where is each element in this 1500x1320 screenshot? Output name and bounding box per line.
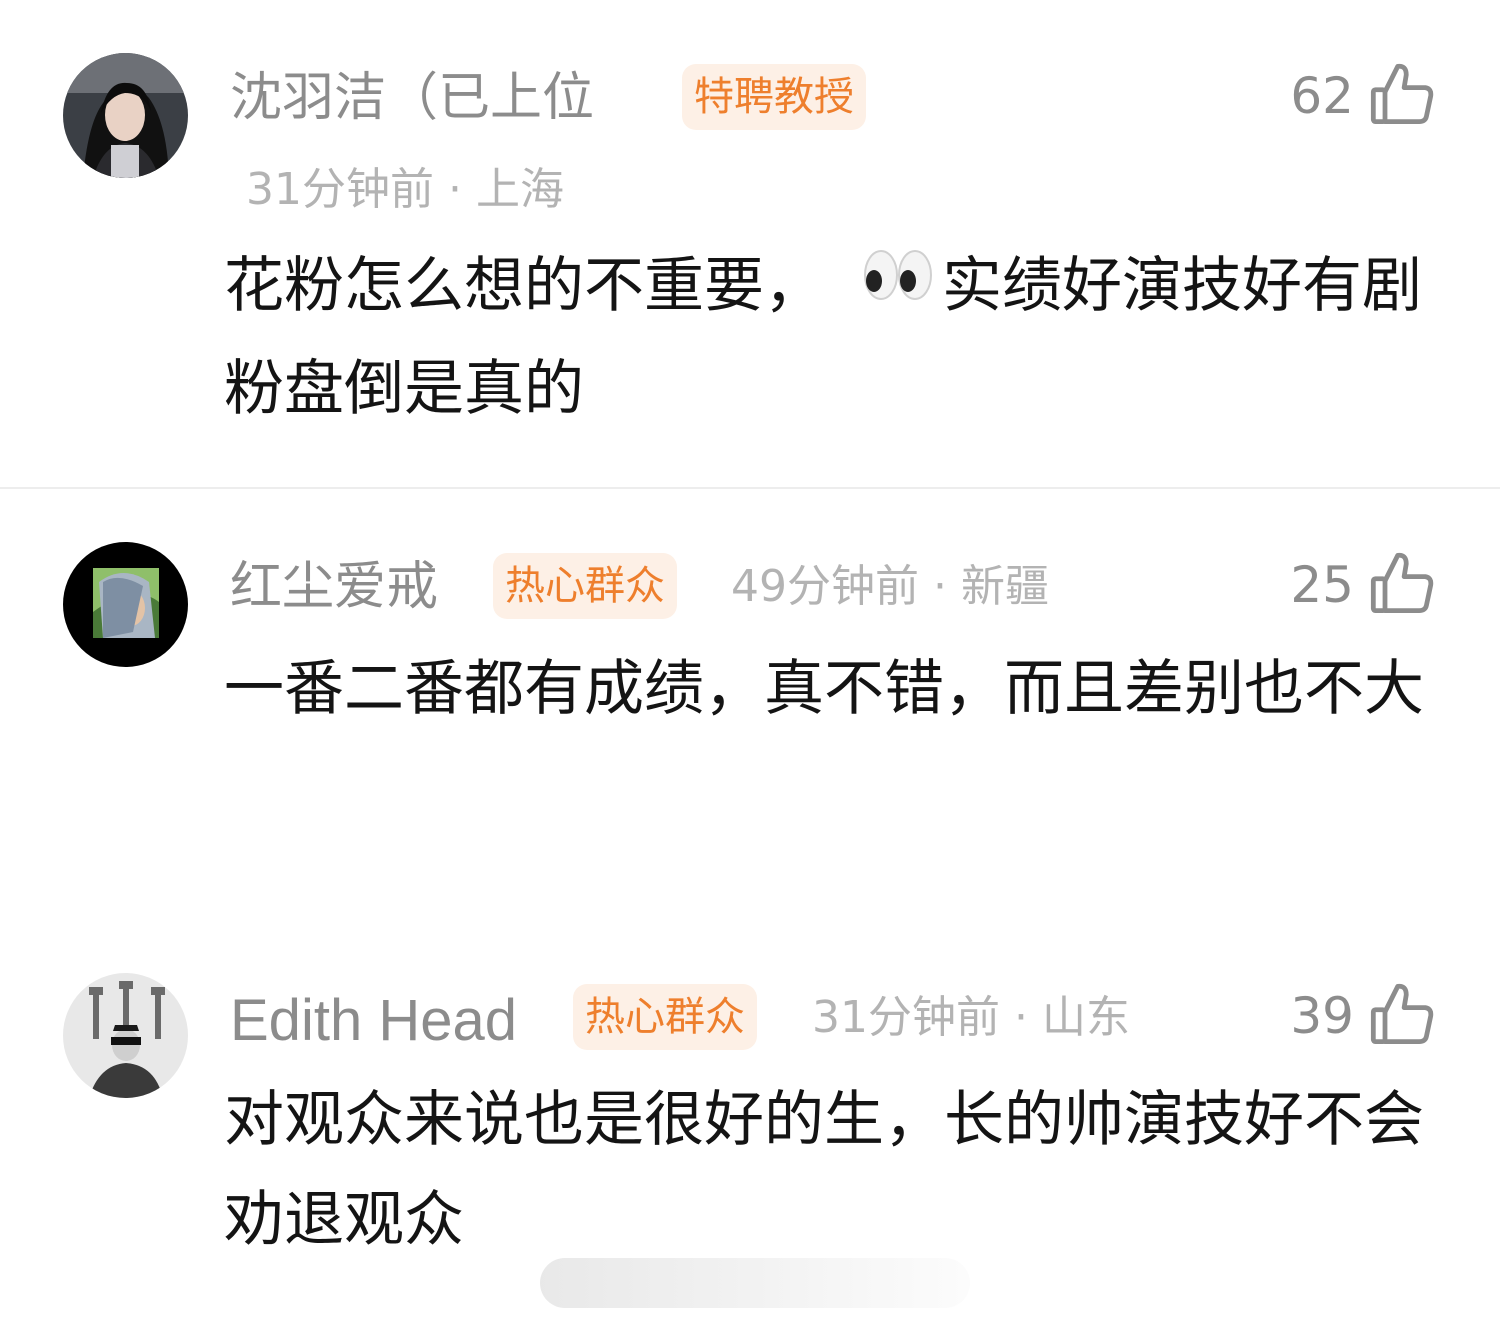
eyes-emoji-icon — [862, 233, 934, 333]
avatar[interactable] — [63, 53, 188, 178]
comment-time: 49分钟前 — [731, 561, 919, 612]
user-badge: 热心群众 — [573, 984, 757, 1050]
meta-separator: · — [448, 164, 462, 215]
like-count: 25 — [1290, 556, 1354, 614]
like-count: 62 — [1290, 67, 1354, 125]
thumbs-up-icon[interactable] — [1368, 60, 1436, 132]
comment-meta: 49分钟前 · 新疆 — [731, 565, 1049, 609]
avatar[interactable] — [63, 973, 188, 1098]
avatar[interactable] — [63, 542, 188, 667]
comment-meta: 31分钟前 · 山东 — [812, 996, 1130, 1040]
comment-location: 上海 — [476, 164, 564, 215]
comment-meta: 31分钟前 · 上海 — [246, 168, 564, 212]
comment-time: 31分钟前 — [246, 164, 434, 215]
comment-text: 花粉怎么想的不重要， 实绩好演技好有剧粉盘倒是真的 — [224, 236, 1454, 439]
comment-location: 新疆 — [961, 561, 1049, 612]
comment-text: 一番二番都有成绩，真不错，而且差别也不大 — [224, 654, 1424, 724]
like-button[interactable]: 39 — [1290, 980, 1436, 1052]
comment-time: 31分钟前 — [812, 992, 1000, 1043]
user-badge: 热心群众 — [493, 553, 677, 619]
thumbs-up-icon[interactable] — [1368, 980, 1436, 1052]
meta-separator: · — [933, 561, 947, 612]
like-button[interactable]: 25 — [1290, 549, 1436, 621]
like-button[interactable]: 62 — [1290, 60, 1436, 132]
comment-location: 山东 — [1042, 992, 1130, 1043]
blurred-overlay — [540, 1258, 970, 1308]
username[interactable]: Edith Head — [230, 992, 517, 1050]
username[interactable]: 沈羽洁（已上位 — [230, 72, 594, 124]
thumbs-up-icon[interactable] — [1368, 549, 1436, 621]
comment-text-part: 花粉怎么想的不重要， — [224, 251, 824, 321]
comment-item: 沈羽洁（已上位 特聘教授 31分钟前 · 上海 62 花粉怎么想的不重要， 实绩好演… — [0, 0, 1500, 487]
comment-item: 红尘爱戒 热心群众 49分钟前 · 新疆 25 一番二番都有成绩，真不错，而且差别也… — [0, 489, 1500, 909]
username[interactable]: 红尘爱戒 — [230, 561, 438, 613]
meta-separator: · — [1014, 992, 1028, 1043]
comment-text: 对观众来说也是很好的生，长的帅演技好不会劝退观众 — [224, 1085, 1424, 1255]
user-badge: 特聘教授 — [682, 64, 866, 130]
like-count: 39 — [1290, 987, 1354, 1045]
